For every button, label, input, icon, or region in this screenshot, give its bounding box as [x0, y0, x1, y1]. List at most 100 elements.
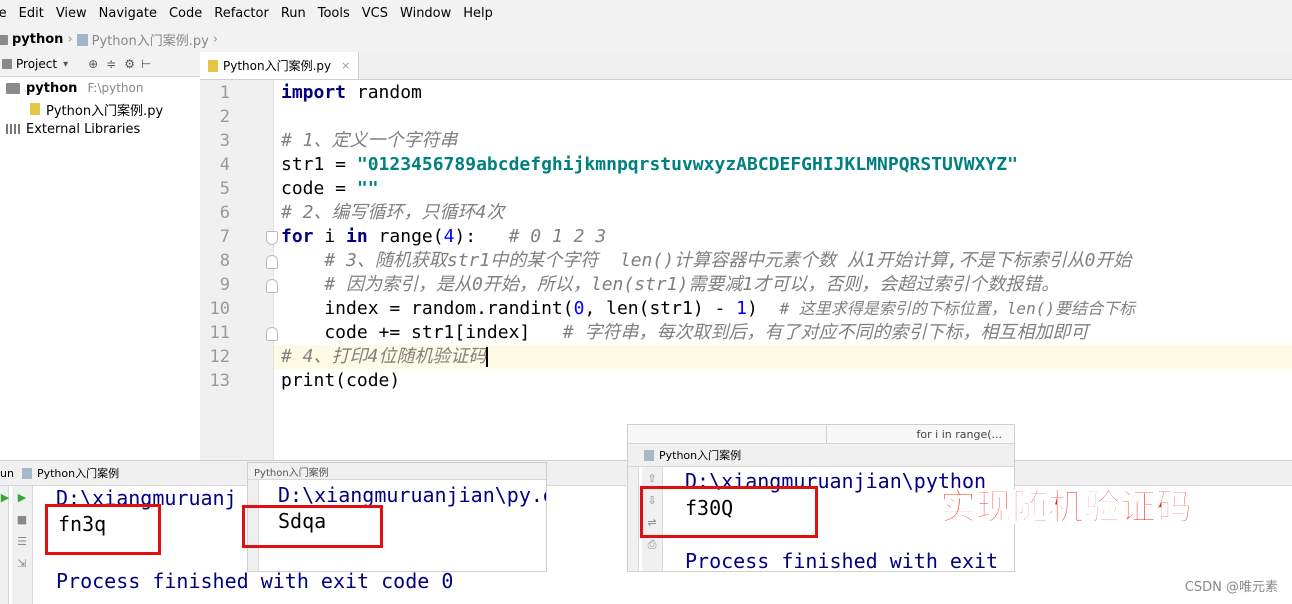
- run-tab-label[interactable]: Python入门案例: [659, 447, 741, 463]
- python-file-icon: [644, 449, 654, 461]
- fold-marker-icon[interactable]: [266, 327, 278, 341]
- code-text: index = random.randint(: [281, 298, 574, 319]
- code-comment: # 这里求得是索引的下标位置，len()要结合下标: [779, 299, 1135, 318]
- stop-icon[interactable]: ■: [15, 514, 29, 526]
- hide-icon[interactable]: ⊢: [141, 57, 151, 71]
- navigation-bar: python › Python入门案例.py ›: [0, 27, 1292, 53]
- code-comment: # 3、随机获取str1中的某个字符 len()计算容器中元素个数 从1开始计算…: [281, 250, 1132, 271]
- run-tab-label[interactable]: Python入门案例: [254, 464, 329, 479]
- code-keyword: for: [281, 226, 314, 247]
- menu-tools[interactable]: Tools: [318, 6, 350, 21]
- menu-run[interactable]: Run: [281, 6, 306, 21]
- line-number: 9: [219, 275, 230, 295]
- code-comment: # 字符串，每次取到后，有了对应不同的索引下标，相互相加即可: [562, 322, 1089, 343]
- run-left-edge: [628, 467, 639, 571]
- line-number: 13: [209, 371, 230, 391]
- code-line-12: # 4、打印4位随机验证码: [281, 345, 489, 369]
- code-line-6: # 2、编写循环，只循环4次: [281, 201, 504, 225]
- code-comment: # 1、定义一个字符串: [281, 130, 458, 151]
- watermark: CSDN @唯元素: [1184, 580, 1278, 595]
- library-icon: [6, 124, 20, 134]
- tree-file-name: Python入门案例.py: [46, 103, 164, 119]
- code-text: ):: [454, 226, 509, 247]
- menu-window[interactable]: Window: [400, 6, 451, 21]
- line-number: 6: [219, 203, 230, 223]
- rerun-icon[interactable]: ▶: [15, 492, 29, 504]
- code-text: range(: [367, 226, 444, 247]
- menu-bar: le Edit View Navigate Code Refactor Run …: [0, 0, 1292, 28]
- code-text: code =: [281, 178, 357, 199]
- breadcrumb-file[interactable]: Python入门案例.py: [92, 30, 209, 49]
- code-text: ): [747, 298, 780, 319]
- print-icon[interactable]: ⎙: [645, 539, 659, 551]
- code-text: random: [346, 82, 422, 103]
- menu-vcs[interactable]: VCS: [362, 6, 388, 21]
- line-number: 7: [219, 227, 230, 247]
- line-number: 10: [209, 299, 230, 319]
- python-file-icon: [76, 33, 88, 46]
- menu-refactor[interactable]: Refactor: [214, 6, 269, 21]
- menu-help[interactable]: Help: [463, 6, 493, 21]
- run-left-edge: ▶: [0, 486, 9, 604]
- breadcrumb-project[interactable]: python: [12, 32, 63, 47]
- editor-tab[interactable]: Python入门案例.py ×: [200, 52, 360, 79]
- tree-libraries-label: External Libraries: [26, 121, 141, 137]
- text-cursor: [486, 347, 489, 367]
- fold-marker-icon[interactable]: [266, 255, 278, 269]
- run-tab-label[interactable]: Python入门案例: [37, 465, 119, 481]
- chevron-down-icon[interactable]: ▾: [63, 59, 68, 70]
- collapse-icon[interactable]: ≑: [106, 57, 116, 71]
- tree-item-file[interactable]: Python入门案例.py: [30, 99, 163, 119]
- code-comment: # 0 1 2 3: [508, 226, 607, 247]
- highlight-box: [242, 505, 383, 548]
- tree-root-path: F:\python: [87, 81, 144, 95]
- menu-file[interactable]: le: [0, 6, 7, 21]
- run-1-footer: Process finished with exit code 0: [56, 569, 454, 593]
- code-string: "": [356, 178, 379, 199]
- code-keyword: import: [281, 82, 347, 103]
- menu-navigate[interactable]: Navigate: [99, 6, 157, 21]
- fold-marker-icon[interactable]: [266, 231, 278, 245]
- pin-icon[interactable]: ⇲: [15, 558, 29, 570]
- run-panel-3-title: Python入门案例: [628, 444, 1014, 467]
- python-file-icon: [208, 59, 218, 72]
- locate-icon[interactable]: ⊕: [88, 57, 98, 71]
- run-label: un: [0, 466, 14, 480]
- project-icon: [2, 59, 12, 69]
- code-comment: # 因为索引，是从0开始，所以，len(str1)需要减1才可以，否则，会超过索…: [281, 274, 1060, 295]
- folder-icon: [0, 34, 8, 45]
- python-file-icon: [30, 103, 40, 115]
- folder-icon: [6, 82, 20, 94]
- code-line-8: # 3、随机获取str1中的某个字符 len()计算容器中元素个数 从1开始计算…: [281, 249, 1131, 273]
- code-text: i: [313, 226, 347, 247]
- code-line-11: code += str1[index] # 字符串，每次取到后，有了对应不同的索…: [281, 321, 1088, 345]
- annotation-title: 实现随机验证码: [939, 487, 1193, 529]
- menu-code[interactable]: Code: [169, 6, 202, 21]
- layout-icon[interactable]: ☰: [15, 536, 29, 548]
- code-comment: # 2、编写循环，只循环4次: [281, 202, 505, 223]
- project-panel-header: Project ▾ ⊕ ≑ ⚙ ⊢: [0, 52, 200, 77]
- tree-item-root[interactable]: python F:\python: [6, 78, 143, 98]
- code-line-7: for i in range(4): # 0 1 2 3: [281, 225, 606, 249]
- structure-hint: for i in range(...: [916, 427, 1002, 441]
- menu-edit[interactable]: Edit: [19, 6, 44, 21]
- line-number: 2: [219, 107, 230, 127]
- highlight-box: [45, 504, 161, 555]
- code-line-5: code = "": [281, 177, 379, 201]
- editor-tab-label: Python入门案例.py: [223, 59, 332, 73]
- project-view-selector[interactable]: Project: [16, 57, 57, 71]
- code-text: , len(str1) -: [584, 298, 737, 319]
- fold-marker-icon[interactable]: [266, 279, 278, 293]
- arrow-up-icon[interactable]: ⇧: [645, 473, 659, 485]
- menu-view[interactable]: View: [56, 6, 87, 21]
- gear-icon[interactable]: ⚙: [124, 57, 135, 71]
- run-toolbar: ▶ ■ ☰ ⇲: [12, 486, 33, 604]
- run-2-suffix: .exe F: [530, 483, 546, 507]
- line-number: 4: [219, 155, 230, 175]
- code-line-3: # 1、定义一个字符串: [281, 129, 458, 153]
- code-text: print(code): [281, 370, 401, 391]
- run-icon[interactable]: ▶: [0, 492, 12, 504]
- close-icon[interactable]: ×: [341, 59, 350, 72]
- tree-item-libraries[interactable]: External Libraries: [6, 119, 140, 139]
- line-number: 8: [219, 251, 230, 271]
